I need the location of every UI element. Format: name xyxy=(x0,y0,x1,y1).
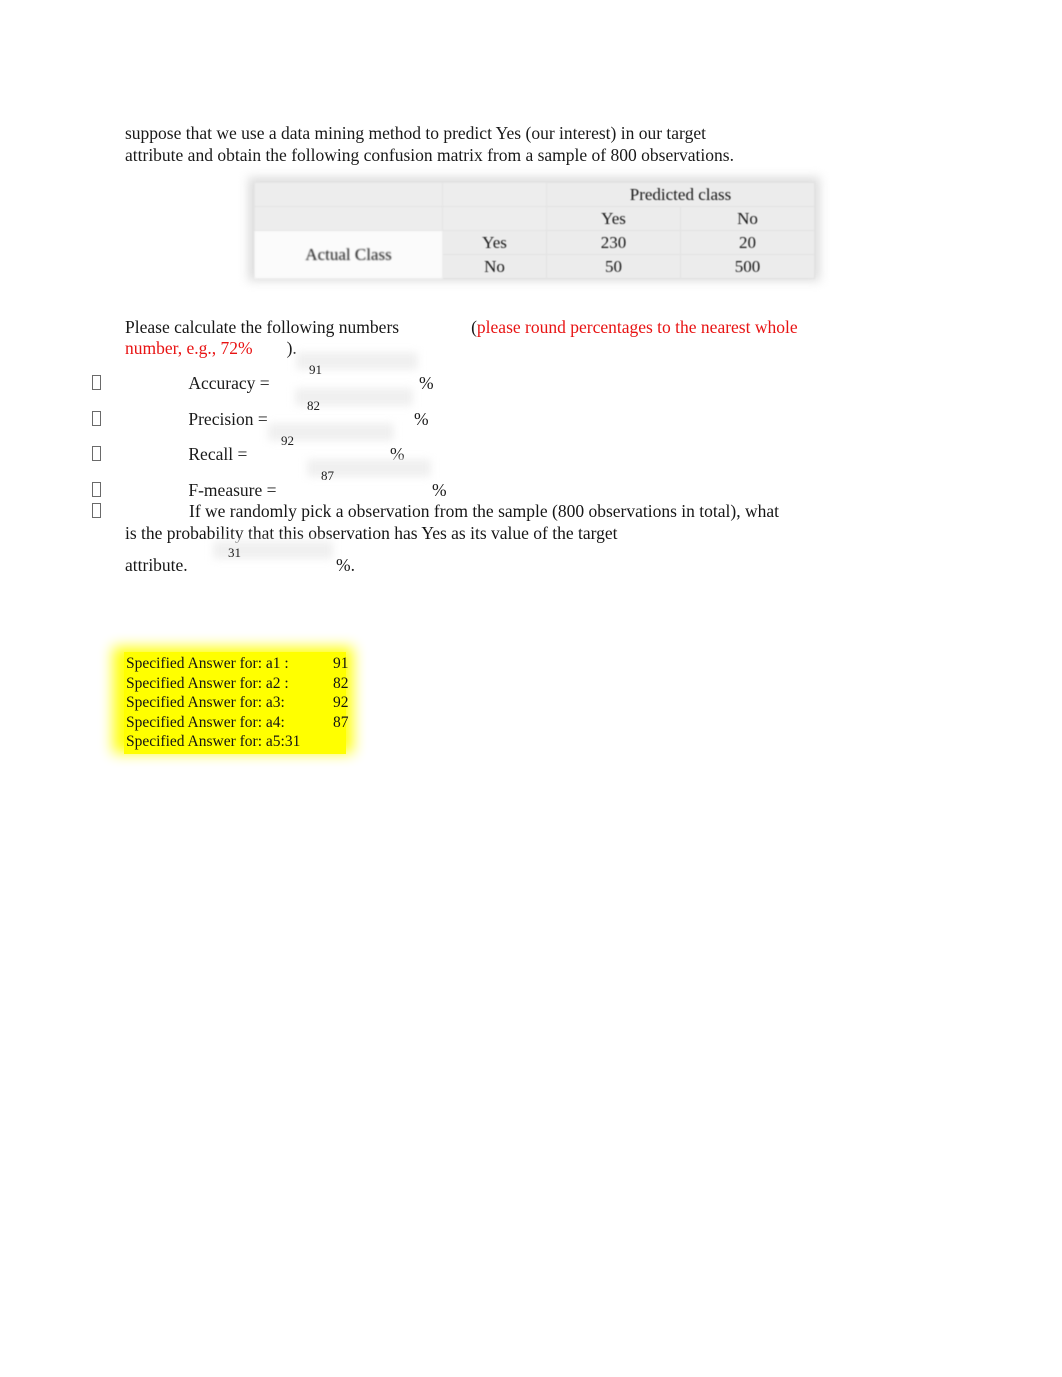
precision-value: 82 xyxy=(307,398,320,413)
probability-value: 31 xyxy=(228,545,241,560)
instruction-note-line1: please round percentages to the nearest … xyxy=(476,317,798,337)
answer-key-row: Specified Answer for: a5:31 xyxy=(124,732,346,752)
actual-class-header: Actual Class xyxy=(254,230,443,279)
answer-key-value: 91 xyxy=(333,655,349,672)
table-row: Yes No xyxy=(254,206,815,231)
question-row-precision: Precision = xyxy=(92,409,268,430)
probability-line-2: is the probability that this observation… xyxy=(125,522,618,543)
answer-key-row: Specified Answer for: a3: 92 xyxy=(124,693,349,713)
answer-key-row: Specified Answer for: a4: 87 xyxy=(124,713,349,733)
predicted-col-no: No xyxy=(680,206,815,231)
blank-cell xyxy=(254,206,443,231)
document-page: suppose that we use a data mining method… xyxy=(0,0,1062,1377)
actual-row-yes: Yes xyxy=(442,230,547,255)
answer-key-block: Specified Answer for: a1 : 91 Specified … xyxy=(124,652,349,754)
answer-key-label: Specified Answer for: a1 : xyxy=(126,655,289,672)
bullet-box-icon xyxy=(92,411,101,426)
question-row-recall: Recall = xyxy=(92,444,247,465)
instruction-lead: Please calculate the following numbers xyxy=(125,317,400,337)
confusion-matrix: Predicted class Yes No Actual Class Yes … xyxy=(248,177,820,281)
instruction-note-line2: number, e.g., 72% xyxy=(125,338,253,358)
fmeasure-value: 87 xyxy=(321,468,334,483)
instruction-text: Please calculate the following numbers (p… xyxy=(125,317,845,359)
fmeasure-label: F-measure = xyxy=(188,480,277,500)
recall-value: 92 xyxy=(281,433,294,448)
bullet-box-icon xyxy=(92,503,101,518)
blank-cell-2 xyxy=(442,206,547,231)
bullet-box-icon xyxy=(92,446,101,461)
cell-true-positive: 230 xyxy=(546,230,681,255)
cell-false-positive: 50 xyxy=(546,254,681,279)
recall-label: Recall = xyxy=(188,444,248,464)
answer-key-label: Specified Answer for: a5:31 xyxy=(126,733,301,751)
answer-key-value: 92 xyxy=(333,694,349,712)
corner-cell-blank xyxy=(254,182,443,207)
intro-line-2: attribute and obtain the following confu… xyxy=(125,144,734,165)
precision-percent-sign: % xyxy=(414,409,429,429)
probability-line-1: If we randomly pick a observation from t… xyxy=(189,501,779,521)
intro-line-1: suppose that we use a data mining method… xyxy=(125,123,706,143)
bullet-box-icon xyxy=(92,375,101,390)
bullet-box-icon xyxy=(92,482,101,497)
actual-row-no: No xyxy=(442,254,547,279)
table-row: Actual Class Yes 230 20 xyxy=(254,230,815,279)
answer-key-value: 87 xyxy=(333,713,349,731)
attribute-label: attribute. xyxy=(125,555,188,575)
accuracy-value: 91 xyxy=(309,362,322,377)
answer-key-row: Specified Answer for: a1 : 91 xyxy=(124,654,349,674)
intro-paragraph: suppose that we use a data mining method… xyxy=(125,123,825,166)
question-row-accuracy: Accuracy = xyxy=(92,373,270,394)
accuracy-label: Accuracy = xyxy=(188,373,270,393)
predicted-class-header: Predicted class xyxy=(546,182,815,207)
table-row: Predicted class xyxy=(254,182,815,207)
cell-false-negative: 20 xyxy=(680,230,815,255)
fmeasure-percent-sign: % xyxy=(432,480,447,500)
corner-cell-blank-2 xyxy=(442,182,547,207)
confusion-matrix-table: Predicted class Yes No Actual Class Yes … xyxy=(254,182,815,279)
question-row-probability: If we randomly pick a observation from t… xyxy=(92,501,852,544)
precision-label: Precision = xyxy=(188,409,268,429)
question-row-fmeasure: F-measure = xyxy=(92,480,276,501)
answer-key-value: 82 xyxy=(333,674,349,692)
accuracy-percent-sign: % xyxy=(419,373,434,393)
answer-key-label: Specified Answer for: a3: xyxy=(126,694,285,712)
cell-true-negative: 500 xyxy=(680,254,815,279)
answer-key-label: Specified Answer for: a4: xyxy=(126,713,285,731)
probability-percent-sign: %. xyxy=(336,555,355,575)
answer-key-row: Specified Answer for: a2 : 82 xyxy=(124,674,349,694)
answer-key-label: Specified Answer for: a2 : xyxy=(126,674,289,692)
predicted-col-yes: Yes xyxy=(546,206,681,231)
